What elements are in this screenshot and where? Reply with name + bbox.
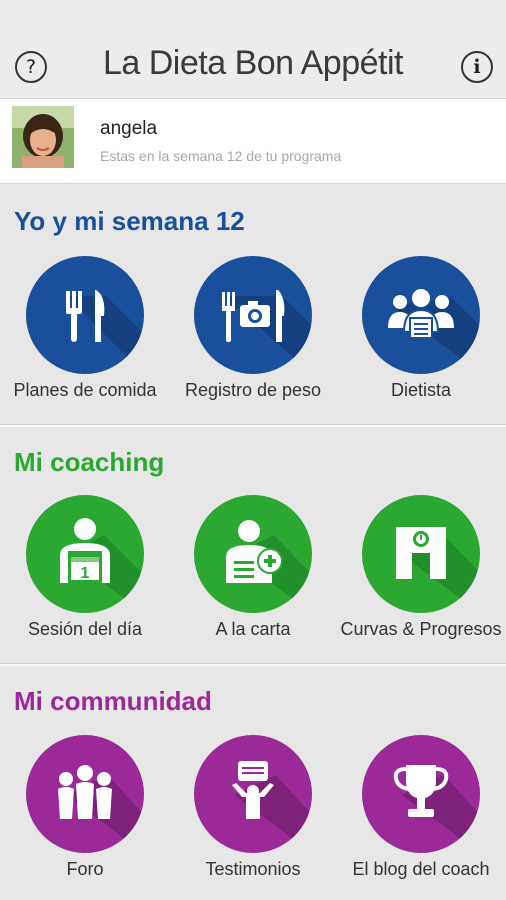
section-title-coaching: Mi coaching <box>14 447 165 477</box>
help-button[interactable]: ? <box>15 51 47 83</box>
tile-label: A la carta <box>215 619 291 639</box>
section-divider <box>0 663 506 666</box>
section-divider <box>0 424 506 427</box>
app-title: La Dieta Bon Appétit <box>102 44 404 82</box>
program-status: Estas en la semana 12 de tu programa <box>100 148 342 164</box>
profile-card[interactable]: angela Estas en la semana 12 de tu progr… <box>0 98 506 184</box>
testimonial-icon <box>194 735 312 853</box>
person-add-icon <box>194 495 312 613</box>
top-bar: ? La Dieta Bon Appétit i <box>0 0 506 98</box>
tile-label: Planes de comida <box>13 380 157 400</box>
user-name: angela <box>100 118 158 139</box>
help-icon: ? <box>25 56 37 78</box>
tile-label: Curvas & Progresos <box>340 619 502 639</box>
info-icon: i <box>473 56 481 78</box>
tile-label: Dietista <box>390 380 452 400</box>
tile-label: Foro <box>66 859 104 879</box>
tile-label: Registro de peso <box>184 380 322 400</box>
info-button[interactable]: i <box>461 51 493 83</box>
svg-text:1: 1 <box>81 565 90 582</box>
calendar-person-icon: 1 <box>26 495 144 613</box>
section-title-community: Mi communidad <box>14 686 212 716</box>
tile-label: Sesión del día <box>27 619 143 639</box>
trophy-icon <box>362 735 480 853</box>
scale-icon <box>362 495 480 613</box>
cutlery-icon <box>26 256 144 374</box>
people-icon <box>26 735 144 853</box>
tile-label: Testimonios <box>205 859 301 879</box>
group-icon <box>362 256 480 374</box>
section-title-week: Yo y mi semana 12 <box>14 206 245 236</box>
avatar <box>12 106 74 168</box>
camera-cutlery-icon <box>194 256 312 374</box>
tile-label: El blog del coach <box>352 859 490 879</box>
